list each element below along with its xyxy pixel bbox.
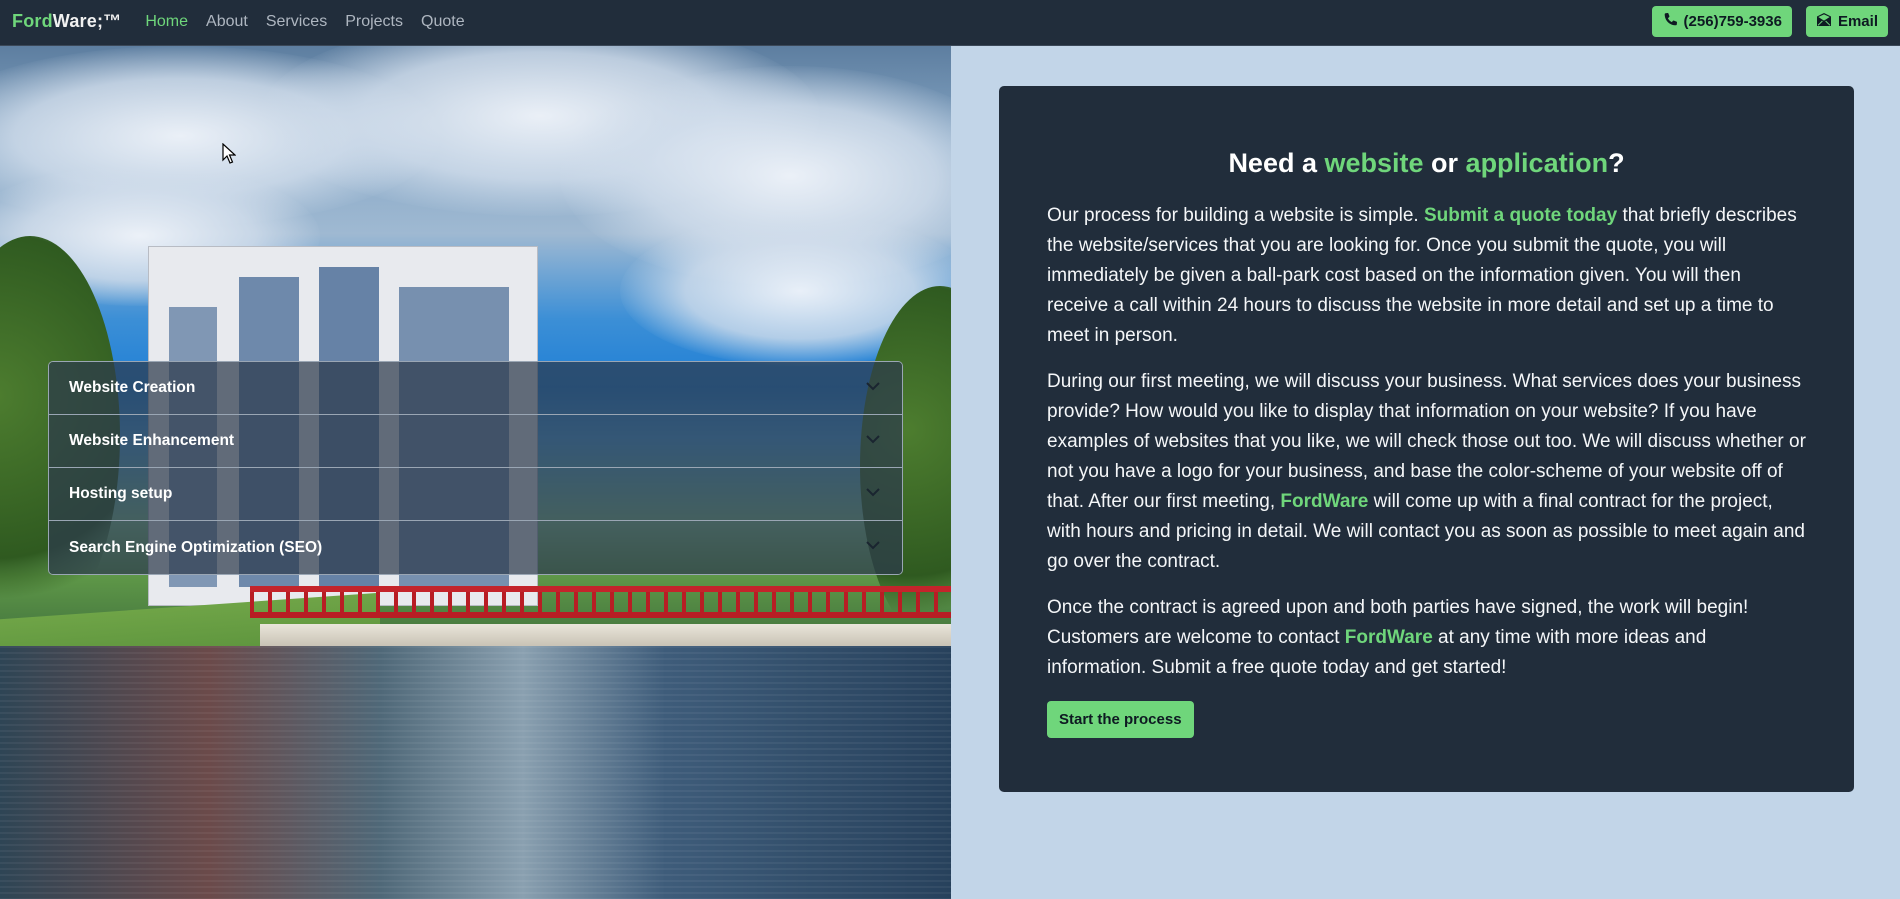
accordion-label: Search Engine Optimization (SEO) <box>69 538 323 556</box>
start-process-button[interactable]: Start the process <box>1047 701 1194 738</box>
fordware-highlight: FordWare <box>1280 491 1369 512</box>
nav-link-home[interactable]: Home <box>145 13 188 31</box>
accordion-label: Website Creation <box>69 379 196 396</box>
accordion-label: Website Enhancement <box>69 432 235 449</box>
process-card: Need a website or application? Our proce… <box>999 86 1854 792</box>
envelope-icon <box>1816 12 1832 32</box>
chevron-down-icon <box>864 536 882 559</box>
process-paragraph-1: Our process for building a website is si… <box>1047 201 1806 351</box>
title-website: website <box>1324 148 1424 178</box>
email-button[interactable]: Email <box>1805 6 1888 37</box>
nav-link-projects[interactable]: Projects <box>345 13 403 31</box>
accordion-item-website-creation[interactable]: Website Creation <box>49 362 902 415</box>
p1-text-pre: Our process for building a website is si… <box>1047 205 1424 226</box>
accordion-label: Hosting setup <box>69 485 173 502</box>
nav-link-services[interactable]: Services <box>266 13 327 31</box>
title-application: application <box>1465 148 1609 178</box>
title-post: ? <box>1608 148 1625 178</box>
navbar: FordWare;™ Home About Services Projects … <box>0 0 1900 46</box>
p1-text-post: that briefly describes the website/servi… <box>1047 205 1797 346</box>
process-paragraph-2: During our first meeting, we will discus… <box>1047 367 1806 577</box>
email-label: Email <box>1837 13 1878 30</box>
nav-link-quote[interactable]: Quote <box>421 13 465 31</box>
brand-logo[interactable]: FordWare;™ <box>12 11 121 32</box>
chevron-down-icon <box>864 430 882 453</box>
mouse-cursor-icon <box>222 143 236 164</box>
fordware-highlight: FordWare <box>1344 627 1433 648</box>
nav-link-about[interactable]: About <box>206 13 248 31</box>
submit-quote-highlight: Submit a quote today <box>1424 205 1618 226</box>
title-mid: or <box>1423 148 1466 178</box>
nav-links: Home About Services Projects Quote <box>145 13 465 32</box>
brand-accent: Ford <box>12 11 53 31</box>
card-title: Need a website or application? <box>1047 148 1806 179</box>
services-accordion: Website Creation Website Enhancement Hos… <box>48 361 903 575</box>
title-pre: Need a <box>1228 148 1325 178</box>
chevron-down-icon <box>864 483 882 506</box>
phone-number: (256)759-3936 <box>1683 13 1782 30</box>
accordion-item-website-enhancement[interactable]: Website Enhancement <box>49 415 902 468</box>
accordion-item-hosting-setup[interactable]: Hosting setup <box>49 468 902 521</box>
accordion-item-seo[interactable]: Search Engine Optimization (SEO) <box>49 521 902 574</box>
chevron-down-icon <box>864 377 882 400</box>
phone-button[interactable]: (256)759-3936 <box>1651 6 1792 37</box>
brand-rest: Ware;™ <box>52 11 122 31</box>
process-paragraph-3: Once the contract is agreed upon and bot… <box>1047 593 1806 683</box>
phone-icon <box>1662 12 1678 32</box>
nav-contact-buttons: (256)759-3936 Email <box>1651 6 1888 38</box>
